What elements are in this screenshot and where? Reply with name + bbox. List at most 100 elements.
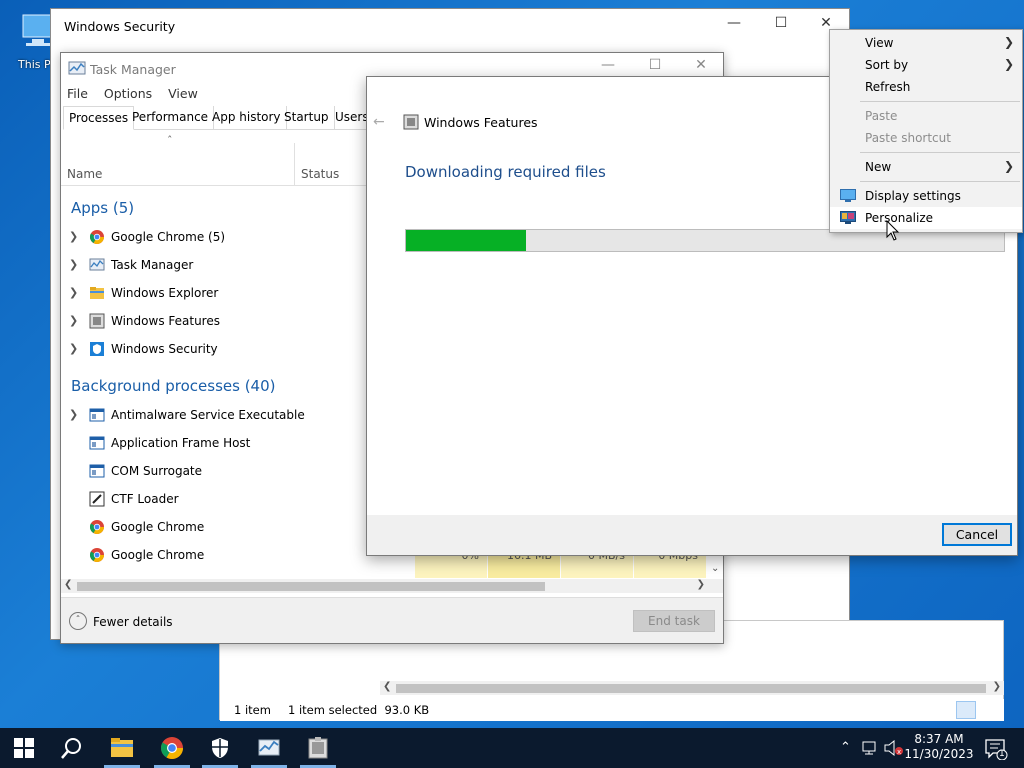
system-clock[interactable]: 8:37 AM 11/30/2023 — [904, 732, 974, 762]
cancel-button[interactable]: Cancel — [942, 523, 1012, 546]
process-name: Windows Features — [111, 314, 220, 328]
selection-info: 1 item selected 93.0 KB — [288, 703, 430, 717]
process-row[interactable]: ❯ Google Chrome (5) — [61, 227, 361, 251]
chevron-up-icon[interactable]: ⌃ — [840, 740, 851, 755]
menu-item-label: Paste shortcut — [865, 131, 951, 145]
column-status[interactable]: Status — [301, 167, 339, 181]
horizontal-scrollbar[interactable]: ❮ ❯ — [61, 579, 723, 593]
menu-file[interactable]: File — [67, 86, 88, 101]
scroll-right-icon[interactable]: ❯ — [697, 579, 705, 590]
pen-edit-icon — [89, 491, 105, 507]
windows-features-icon — [89, 313, 105, 329]
search-icon[interactable] — [60, 736, 84, 760]
expand-chevron-icon[interactable]: ❯ — [69, 314, 78, 327]
file-explorer-icon[interactable] — [110, 736, 134, 760]
menu-separator — [860, 181, 1020, 182]
dialog-title: Windows Features — [424, 115, 538, 130]
process-name: Antimalware Service Executable — [111, 408, 305, 422]
process-name: Windows Security — [111, 342, 218, 356]
menu-bar: File Options View — [67, 86, 210, 101]
process-row[interactable]: Application Frame Host — [61, 433, 361, 457]
process-row[interactable]: ❯ Task Manager — [61, 255, 361, 279]
process-row[interactable]: ❯ Antimalware Service Executable — [61, 405, 361, 429]
menu-item-paste-shortcut[interactable]: Paste shortcut — [830, 127, 1022, 149]
folder-icon — [90, 287, 104, 299]
dialog-footer: Cancel — [367, 515, 1017, 555]
menu-item-personalize[interactable]: Personalize — [830, 207, 1022, 229]
fewer-details-link[interactable]: Fewer details — [93, 615, 173, 629]
apps-group-header: Apps (5) — [71, 199, 135, 217]
tab-processes[interactable]: Processes — [63, 106, 135, 130]
tab-performance[interactable]: Performance — [127, 106, 215, 130]
process-row[interactable]: Google Chrome — [61, 517, 361, 541]
back-arrow-icon[interactable]: ← — [373, 114, 385, 130]
large-icons-view-button[interactable] — [978, 701, 998, 719]
process-row[interactable]: COM Surrogate — [61, 461, 361, 485]
process-name: Windows Explorer — [111, 286, 219, 300]
scroll-thumb[interactable] — [77, 582, 545, 591]
menu-item-view[interactable]: View ❯ — [830, 32, 1022, 54]
end-task-button[interactable]: End task — [633, 610, 715, 632]
app-window-icon — [89, 436, 105, 450]
process-name: Application Frame Host — [111, 436, 251, 450]
menu-view[interactable]: View — [168, 86, 198, 101]
sort-up-icon[interactable]: ˆ — [167, 134, 173, 147]
process-row[interactable]: ❯ Windows Security — [61, 339, 361, 363]
minimize-button[interactable]: — — [711, 15, 757, 37]
process-name: CTF Loader — [111, 492, 179, 506]
process-row[interactable]: ❯ Windows Features — [61, 311, 361, 335]
chrome-icon — [89, 520, 104, 534]
process-row[interactable]: ❯ Windows Explorer — [61, 283, 361, 307]
menu-item-paste[interactable]: Paste — [830, 105, 1022, 127]
details-view-button[interactable] — [956, 701, 976, 719]
network-icon[interactable] — [862, 740, 880, 756]
menu-item-display-settings[interactable]: Display settings — [830, 185, 1022, 207]
process-name: Google Chrome — [111, 548, 205, 562]
shield-icon — [90, 342, 104, 356]
status-bar: 1 item 1 item selected 93.0 KB — [220, 699, 1004, 721]
shield-icon[interactable] — [208, 736, 232, 760]
scroll-right-icon[interactable]: ❯ — [993, 681, 1001, 692]
menu-item-refresh[interactable]: Refresh — [830, 76, 1022, 98]
expand-chevron-icon[interactable]: ❯ — [69, 408, 78, 421]
expand-chevron-icon[interactable]: ❯ — [69, 258, 78, 271]
process-name: Google Chrome (5) — [111, 230, 226, 244]
expand-chevron-icon[interactable]: ❯ — [69, 342, 78, 355]
menu-separator — [860, 101, 1020, 102]
menu-item-label: New — [865, 160, 892, 174]
chevron-right-icon: ❯ — [1003, 159, 1014, 173]
chrome-icon — [89, 230, 104, 244]
task-manager-icon[interactable] — [257, 736, 281, 760]
menu-options[interactable]: Options — [104, 86, 152, 101]
process-name: Task Manager — [111, 258, 194, 272]
chrome-icon[interactable] — [160, 736, 184, 760]
maximize-button[interactable]: ☐ — [758, 15, 804, 37]
expand-chevron-icon[interactable]: ❯ — [69, 286, 78, 299]
menu-item-sort-by[interactable]: Sort by ❯ — [830, 54, 1022, 76]
column-divider[interactable] — [294, 143, 295, 185]
tab-app-history[interactable]: App history — [207, 106, 287, 130]
expand-chevron-icon[interactable]: ❯ — [69, 230, 78, 243]
volume-muted-icon[interactable]: x — [884, 740, 904, 756]
window-title: Task Manager — [90, 62, 176, 77]
chevron-up-icon[interactable]: ˆ — [69, 612, 87, 630]
scroll-left-icon[interactable]: ❮ — [383, 681, 391, 692]
tab-startup[interactable]: Startup — [279, 106, 335, 130]
menu-item-new[interactable]: New ❯ — [830, 156, 1022, 178]
taskbar: ⌃ x 8:37 AM 11/30/2023 1 — [0, 728, 1024, 768]
horizontal-scrollbar[interactable]: ❮ ❯ — [380, 681, 1004, 695]
menu-separator — [860, 152, 1020, 153]
process-name: COM Surrogate — [111, 464, 203, 478]
status-heading: Downloading required files — [405, 163, 606, 181]
windows-start-icon[interactable] — [14, 738, 34, 758]
process-row[interactable]: CTF Loader — [61, 489, 361, 513]
process-row[interactable]: Google Chrome — [61, 545, 361, 569]
window-title: Windows Security — [64, 19, 176, 34]
scroll-down-icon[interactable]: ⌄ — [711, 563, 719, 574]
scroll-thumb[interactable] — [396, 684, 986, 693]
item-count: 1 item — [234, 703, 271, 717]
scroll-left-icon[interactable]: ❮ — [64, 579, 72, 590]
windows-features-icon[interactable] — [306, 736, 330, 760]
bottom-bar: ˆ Fewer details End task — [61, 597, 723, 643]
column-name[interactable]: Name — [67, 167, 102, 181]
